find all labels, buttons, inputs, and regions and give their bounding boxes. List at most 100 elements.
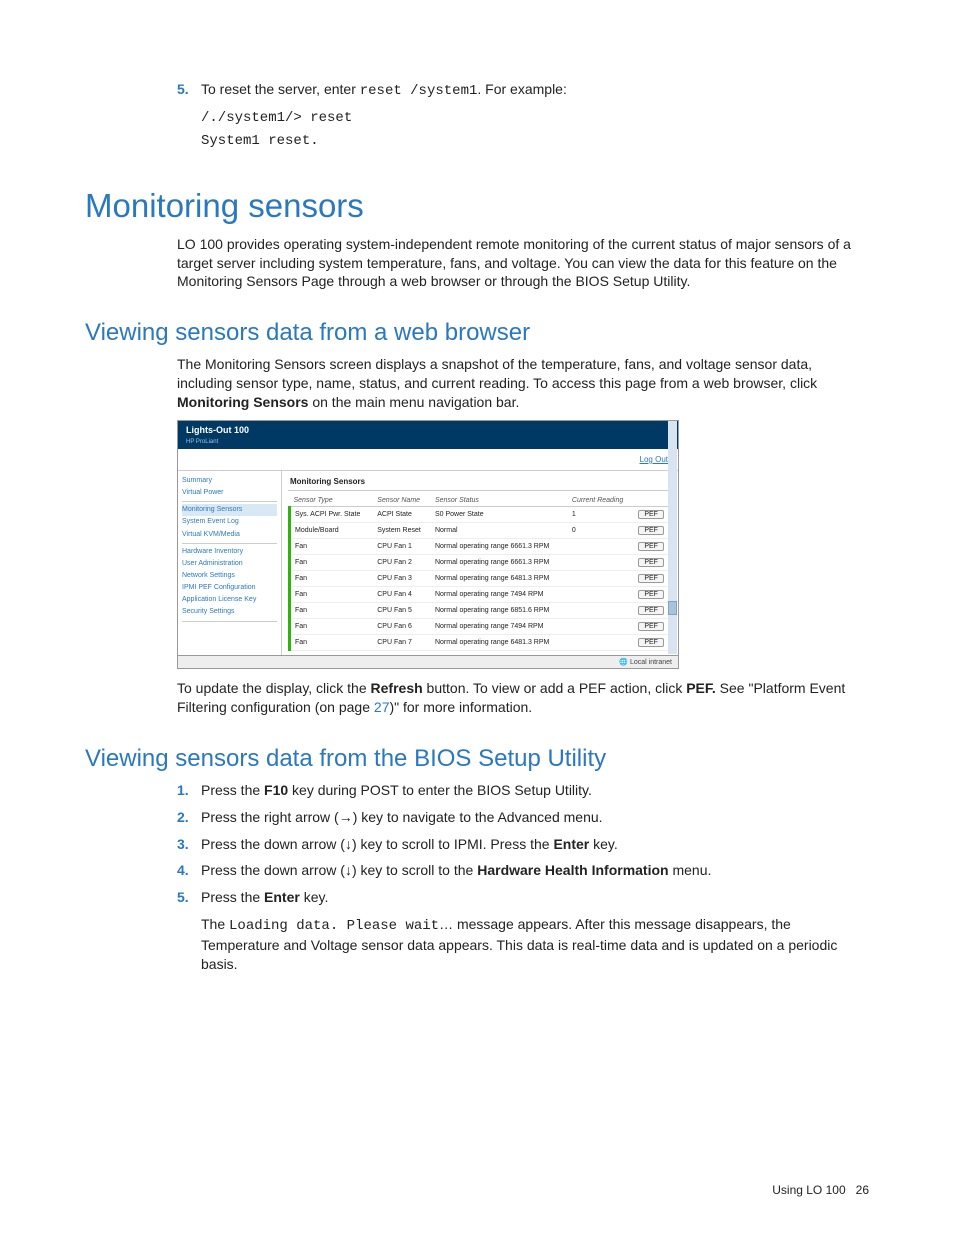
table-row: FanCPU Fan 4Normal operating range 7494 … [290,587,673,603]
cell-status: Normal operating range 6481.3 RPM [431,635,568,651]
table-row: FanCPU Fan 3Normal operating range 6481.… [290,571,673,587]
heading-web-browser: Viewing sensors data from a web browser [85,319,869,347]
cell-name: CPU Fan 5 [373,603,431,619]
cell-status: Normal operating range 6481.3 RPM [431,571,568,587]
cell-action: PEF [634,587,672,603]
app-title: Lights-Out 100 HP ProLiant [178,421,678,449]
cell-type: Fan [290,603,374,619]
sidebar-item[interactable]: Monitoring Sensors [182,504,277,516]
table-row: FanCPU Fan 1Normal operating range 6661.… [290,539,673,555]
text: key during POST to enter the BIOS Setup … [288,782,592,798]
intro-paragraph: LO 100 provides operating system-indepen… [177,235,869,292]
cell-type: Module/Board [290,523,374,539]
text: The Monitoring Sensors screen displays a… [177,356,817,391]
cell-action: PEF [634,539,672,555]
cell-reading [568,619,634,635]
page-link[interactable]: 27 [374,699,390,715]
bold: Enter [264,889,300,905]
pef-button[interactable]: PEF [638,622,664,631]
list-step: 1.Press the F10 key during POST to enter… [177,781,869,800]
cell-type: Fan [290,555,374,571]
logout-link[interactable]: Log Out [178,449,678,471]
text: Press the down arrow (↓) key to scroll t… [201,836,553,852]
bold: Enter [553,836,589,852]
cell-name: CPU Fan 3 [373,571,431,587]
pef-button[interactable]: PEF [638,590,664,599]
inline-code: Loading data. Please wait [229,918,439,934]
cell-name: System Reset [373,523,431,539]
sidebar-item[interactable]: Application License Key [182,594,277,606]
sidebar-item[interactable]: Summary [182,475,277,487]
sidebar-item[interactable]: Virtual KVM/Media [182,529,277,541]
step-body: To reset the server, enter reset /system… [201,80,869,101]
cell-reading [568,571,634,587]
step-number: 3. [177,835,201,854]
sidebar-item[interactable]: IPMI PEF Configuration [182,582,277,594]
pef-button[interactable]: PEF [638,574,664,583]
sidebar-item[interactable]: Hardware Inventory [182,546,277,558]
inline-code: reset /system1 [360,83,478,99]
table-header-row: Sensor TypeSensor NameSensor StatusCurre… [290,495,673,507]
table-row: Sys. ACPI Pwr. StateACPI StateS0 Power S… [290,507,673,523]
main-panel: Monitoring Sensors Sensor TypeSensor Nam… [282,471,678,655]
paragraph-web: The Monitoring Sensors screen displays a… [177,355,869,412]
text: on the main menu navigation bar. [308,394,519,410]
pef-button[interactable]: PEF [638,542,664,551]
cell-status: Normal operating range 7494 RPM [431,587,568,603]
pef-button[interactable]: PEF [638,606,664,615]
sensors-table: Sensor TypeSensor NameSensor StatusCurre… [288,495,672,651]
text: menu. [669,862,712,878]
pef-button[interactable]: PEF [638,510,664,519]
sidebar-item[interactable]: System Event Log [182,516,277,528]
col-header [634,495,672,507]
text: key. [300,889,329,905]
cell-type: Fan [290,619,374,635]
table-row: FanCPU Fan 2Normal operating range 6661.… [290,555,673,571]
scrollbar[interactable] [668,421,677,654]
cell-status: Normal operating range 6661.3 RPM [431,555,568,571]
step-body: Press the right arrow (→) key to navigat… [201,808,869,827]
cell-type: Fan [290,571,374,587]
cell-action: PEF [634,635,672,651]
cell-action: PEF [634,619,672,635]
pef-button[interactable]: PEF [638,558,664,567]
heading-bios: Viewing sensors data from the BIOS Setup… [85,745,869,773]
cell-type: Sys. ACPI Pwr. State [290,507,374,523]
sidebar-item[interactable]: Virtual Power [182,487,277,499]
step-number: 2. [177,808,201,827]
col-header: Current Reading [568,495,634,507]
panel-title: Monitoring Sensors [288,471,672,491]
brand-text: Lights-Out 100 [186,425,249,435]
sidebar-item[interactable]: Security Settings [182,606,277,618]
cell-name: CPU Fan 6 [373,619,431,635]
list-step: 5.Press the Enter key. [177,888,869,907]
bold-monitoring-sensors: Monitoring Sensors [177,394,308,410]
step-number: 1. [177,781,201,800]
cell-status: Normal operating range 6851.6 RPM [431,603,568,619]
pef-button[interactable]: PEF [638,526,664,535]
cell-action: PEF [634,571,672,587]
cell-name: CPU Fan 1 [373,539,431,555]
step-body: Press the down arrow (↓) key to scroll t… [201,835,869,854]
col-header: Sensor Type [290,495,374,507]
step-body: Press the down arrow (↓) key to scroll t… [201,861,869,880]
paragraph-refresh: To update the display, click the Refresh… [177,679,869,717]
table-row: Module/BoardSystem ResetNormal0PEF [290,523,673,539]
cell-status: Normal operating range 6661.3 RPM [431,539,568,555]
text: To reset the server, enter [201,81,360,97]
code-line-1: /./system1/> reset [201,109,869,128]
text: Press the [201,889,264,905]
table-row: FanCPU Fan 5Normal operating range 6851.… [290,603,673,619]
text: Press the [201,782,264,798]
sidebar-item[interactable]: Network Settings [182,570,277,582]
page-footer: Using LO 100 26 [772,1183,869,1197]
sidebar-item[interactable]: User Administration [182,558,277,570]
cell-name: CPU Fan 2 [373,555,431,571]
cell-reading [568,603,634,619]
text: To update the display, click the [177,680,371,696]
cell-name: CPU Fan 7 [373,635,431,651]
cell-action: PEF [634,603,672,619]
pef-button[interactable]: PEF [638,638,664,647]
step-body: Press the Enter key. [201,888,869,907]
cell-name: ACPI State [373,507,431,523]
